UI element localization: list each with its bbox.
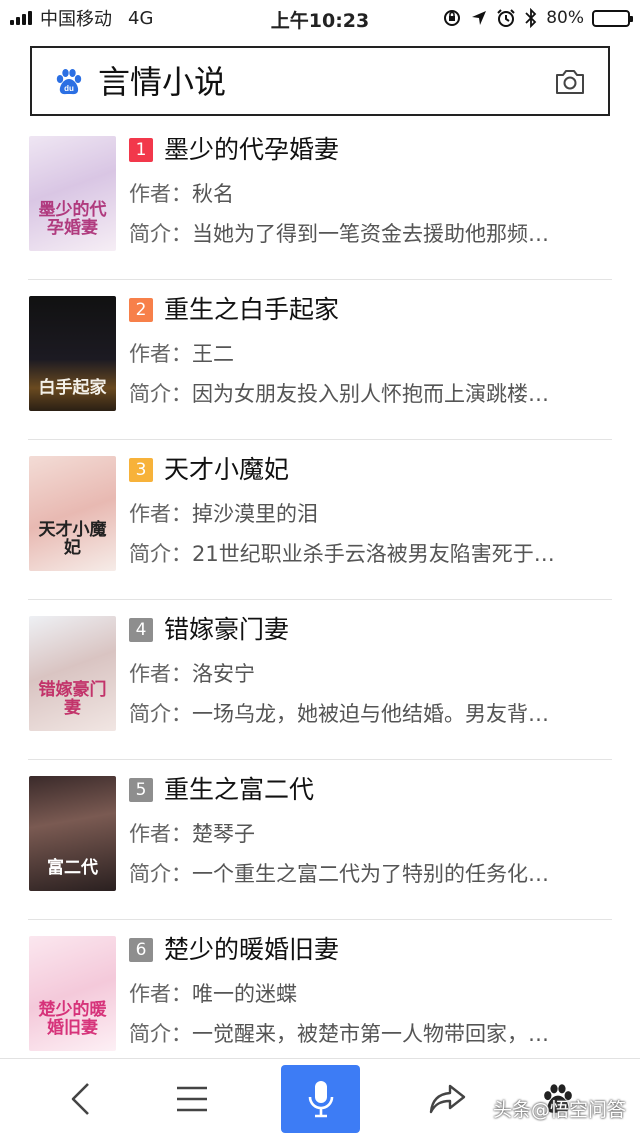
status-right: 80%	[442, 6, 633, 30]
book-cover[interactable]: 墨少的代孕婚妻	[29, 136, 116, 251]
microphone-icon	[308, 1081, 333, 1118]
book-title[interactable]: 墨少的代孕婚妻	[164, 132, 339, 168]
author-name: 洛安宁	[192, 662, 255, 686]
rank-badge: 2	[129, 298, 153, 322]
battery-icon	[592, 9, 633, 27]
book-cover[interactable]: 富二代	[29, 776, 116, 891]
location-icon	[472, 11, 487, 25]
book-title[interactable]: 重生之富二代	[164, 772, 314, 808]
author-label: 作者：	[129, 822, 192, 846]
cover-title: 墨少的代孕婚妻	[38, 200, 107, 238]
intro-label: 简介：	[129, 862, 192, 886]
camera-icon[interactable]	[554, 68, 586, 96]
intro-label: 简介：	[129, 542, 192, 566]
book-author: 作者：唯一的迷蝶	[129, 979, 611, 1009]
book-cover[interactable]: 天才小魔妃	[29, 456, 116, 571]
menu-button[interactable]	[152, 1059, 232, 1138]
author-label: 作者：	[129, 182, 192, 206]
intro-text: 一个重生之富二代为了特别的任务化…	[192, 862, 549, 886]
intro-label: 简介：	[129, 222, 192, 246]
search-input[interactable]: 言情小说	[98, 60, 226, 104]
voice-search-button[interactable]	[281, 1065, 360, 1133]
status-bar: 中国移动 4G 上午10:23 80%	[0, 0, 640, 36]
share-button[interactable]	[408, 1059, 488, 1138]
book-title[interactable]: 天才小魔妃	[164, 452, 289, 488]
back-button[interactable]	[40, 1059, 120, 1138]
book-list: 墨少的代孕婚妻 1 墨少的代孕婚妻 作者：秋名 简介：当她为了得到一笔资金去援助…	[0, 120, 640, 1080]
book-intro: 简介：当她为了得到一笔资金去援助他那频…	[129, 219, 611, 249]
book-title[interactable]: 重生之白手起家	[164, 292, 339, 328]
cover-title: 错嫁豪门妻	[38, 680, 107, 718]
book-item[interactable]: 错嫁豪门妻 4 错嫁豪门妻 作者：洛安宁 简介：一场乌龙，她被迫与他结婚。男友背…	[0, 600, 640, 760]
book-title[interactable]: 错嫁豪门妻	[164, 612, 289, 648]
book-author: 作者：楚琴子	[129, 819, 611, 849]
menu-icon	[177, 1086, 207, 1112]
intro-label: 简介：	[129, 382, 192, 406]
book-author: 作者：洛安宁	[129, 659, 611, 689]
intro-text: 因为女朋友投入别人怀抱而上演跳楼…	[192, 382, 549, 406]
author-label: 作者：	[129, 502, 192, 526]
intro-text: 21世纪职业杀手云洛被男友陷害死于…	[192, 542, 555, 566]
book-cover[interactable]: 错嫁豪门妻	[29, 616, 116, 731]
rank-badge: 5	[129, 778, 153, 802]
book-item[interactable]: 白手起家 2 重生之白手起家 作者：王二 简介：因为女朋友投入别人怀抱而上演跳楼…	[0, 280, 640, 440]
book-item[interactable]: 天才小魔妃 3 天才小魔妃 作者：掉沙漠里的泪 简介：21世纪职业杀手云洛被男友…	[0, 440, 640, 600]
book-item[interactable]: 墨少的代孕婚妻 1 墨少的代孕婚妻 作者：秋名 简介：当她为了得到一笔资金去援助…	[0, 120, 640, 280]
rank-badge: 3	[129, 458, 153, 482]
intro-text: 一场乌龙，她被迫与他结婚。男友背…	[192, 702, 549, 726]
book-author: 作者：王二	[129, 339, 611, 369]
book-intro: 简介：一觉醒来，被楚市第一人物带回家，…	[129, 1019, 611, 1049]
author-name: 唯一的迷蝶	[192, 982, 297, 1006]
cover-title: 天才小魔妃	[38, 520, 107, 558]
author-label: 作者：	[129, 342, 192, 366]
book-intro: 简介：因为女朋友投入别人怀抱而上演跳楼…	[129, 379, 611, 409]
search-box[interactable]: du 言情小说	[30, 46, 610, 116]
bottom-toolbar: 头条@悟空问答	[0, 1058, 640, 1138]
author-name: 秋名	[192, 182, 234, 206]
bluetooth-icon	[525, 8, 537, 28]
author-name: 掉沙漠里的泪	[192, 502, 318, 526]
rank-badge: 1	[129, 138, 153, 162]
book-item[interactable]: 楚少的暖婚旧妻 6 楚少的暖婚旧妻 作者：唯一的迷蝶 简介：一觉醒来，被楚市第一…	[0, 920, 640, 1080]
book-cover[interactable]: 楚少的暖婚旧妻	[29, 936, 116, 1051]
book-author: 作者：秋名	[129, 179, 611, 209]
book-title[interactable]: 楚少的暖婚旧妻	[164, 932, 339, 968]
intro-text: 一觉醒来，被楚市第一人物带回家，…	[192, 1022, 549, 1046]
author-name: 楚琴子	[192, 822, 255, 846]
share-arrow-icon	[429, 1084, 466, 1114]
cover-title: 白手起家	[38, 378, 107, 398]
author-label: 作者：	[129, 982, 192, 1006]
intro-label: 简介：	[129, 1022, 192, 1046]
rank-badge: 4	[129, 618, 153, 642]
baidu-paw-icon: du	[56, 69, 82, 95]
intro-text: 当她为了得到一笔资金去援助他那频…	[192, 222, 549, 246]
rank-badge: 6	[129, 938, 153, 962]
battery-percent: 80%	[546, 8, 584, 28]
svg-text:du: du	[64, 84, 74, 93]
book-cover[interactable]: 白手起家	[29, 296, 116, 411]
cover-title: 楚少的暖婚旧妻	[38, 1000, 107, 1038]
cover-title: 富二代	[47, 858, 98, 878]
book-author: 作者：掉沙漠里的泪	[129, 499, 611, 529]
rotation-lock-icon	[444, 10, 461, 26]
book-item[interactable]: 富二代 5 重生之富二代 作者：楚琴子 简介：一个重生之富二代为了特别的任务化…	[0, 760, 640, 920]
back-chevron-icon	[71, 1083, 89, 1115]
book-intro: 简介：一个重生之富二代为了特别的任务化…	[129, 859, 611, 889]
author-label: 作者：	[129, 662, 192, 686]
book-intro: 简介：一场乌龙，她被迫与他结婚。男友背…	[129, 699, 611, 729]
intro-label: 简介：	[129, 702, 192, 726]
alarm-icon	[497, 9, 515, 27]
author-name: 王二	[192, 342, 234, 366]
book-intro: 简介：21世纪职业杀手云洛被男友陷害死于…	[129, 539, 611, 569]
watermark: 头条@悟空问答	[492, 1099, 626, 1121]
